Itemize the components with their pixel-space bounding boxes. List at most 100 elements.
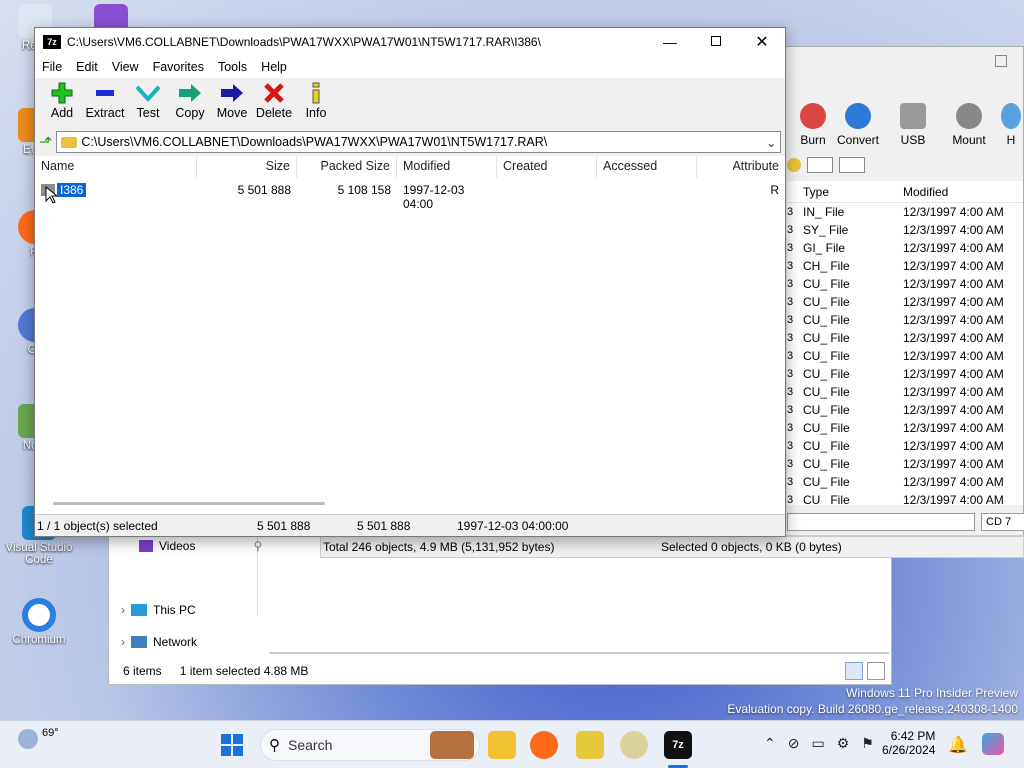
delete-icon xyxy=(264,83,284,103)
list-item[interactable]: 3 CU_ File 12/3/1997 4:00 AM xyxy=(787,473,1023,491)
nav-item-this-pc[interactable]: › This PC xyxy=(121,600,196,620)
info-button[interactable]: Info xyxy=(295,78,337,120)
tiles-view-button[interactable] xyxy=(867,662,885,680)
list-item[interactable]: 3 GI_ File 12/3/1997 4:00 AM xyxy=(787,239,1023,257)
list-item[interactable]: 3 CU_ File 12/3/1997 4:00 AM xyxy=(787,455,1023,473)
drive-label: CD 7 xyxy=(981,513,1024,531)
mount-icon xyxy=(956,103,982,129)
menu-bar: File Edit View Favorites Tools Help xyxy=(35,56,785,78)
usb-button[interactable]: USB xyxy=(885,103,941,147)
menu-tools[interactable]: Tools xyxy=(211,60,254,74)
7zip-window[interactable]: 7z C:\Users\VM6.COLLABNET\Downloads\PWA1… xyxy=(34,27,786,537)
list-item[interactable]: 3 CU_ File 12/3/1997 4:00 AM xyxy=(787,401,1023,419)
list-item[interactable]: 3 CU_ File 12/3/1997 4:00 AM xyxy=(787,491,1023,505)
list-item[interactable]: 3 CU_ File 12/3/1997 4:00 AM xyxy=(787,419,1023,437)
extract-button[interactable]: Extract xyxy=(83,78,127,120)
list-item[interactable]: 3 CU_ File 12/3/1997 4:00 AM xyxy=(787,347,1023,365)
language-icon[interactable]: ⚑ xyxy=(861,735,874,752)
maximize-button[interactable] xyxy=(693,35,739,49)
7zip-taskbar-icon[interactable]: 7z xyxy=(664,731,692,759)
7zip-status-bar: 1 / 1 object(s) selected 5 501 888 5 501… xyxy=(35,514,785,536)
move-button[interactable]: Move xyxy=(211,78,253,120)
desktop-icon-chromium[interactable]: Chromium xyxy=(4,598,74,646)
row-modified: 1997-12-03 04:00 xyxy=(403,183,465,211)
burn-file-list[interactable]: Type Modified 3 IN_ File 12/3/1997 4:00 AM… xyxy=(787,181,1023,505)
system-tray: ⌃ ⊘ ▭ ⚙ ⚑ xyxy=(764,735,874,752)
list-item[interactable]: 3 CU_ File 12/3/1997 4:00 AM xyxy=(787,437,1023,455)
address-field[interactable]: C:\Users\VM6.COLLABNET\Downloads\PWA17WX… xyxy=(56,131,781,153)
list-item[interactable]: 3 CU_ File 12/3/1997 4:00 AM xyxy=(787,275,1023,293)
chevron-up-icon[interactable]: ⌃ xyxy=(764,735,776,752)
network-off-icon[interactable]: ⊘ xyxy=(788,735,800,752)
folder-icon xyxy=(61,136,78,148)
chevron-right-icon[interactable]: › xyxy=(121,635,125,649)
clock[interactable]: 6:42 PM 6/26/2024 xyxy=(882,729,935,757)
list-item[interactable]: 3 IN_ File 12/3/1997 4:00 AM xyxy=(787,203,1023,221)
minimize-button[interactable]: — xyxy=(647,34,693,50)
table-row[interactable]: I386 5 501 888 5 108 158 1997-12-03 04:0… xyxy=(35,180,785,211)
help-button[interactable]: H xyxy=(1001,103,1021,147)
pin-icon[interactable]: ⚲ xyxy=(253,539,262,553)
list-item[interactable]: 3 CU_ File 12/3/1997 4:00 AM xyxy=(787,311,1023,329)
weather-widget[interactable]: 69° xyxy=(18,727,59,749)
help-icon xyxy=(1001,103,1021,129)
info-icon xyxy=(312,82,320,104)
add-button[interactable]: Add xyxy=(41,78,83,120)
menu-help[interactable]: Help xyxy=(254,60,294,74)
nav-item-network[interactable]: › Network xyxy=(121,632,197,652)
menu-edit[interactable]: Edit xyxy=(69,60,105,74)
list-item[interactable]: 3 CU_ File 12/3/1997 4:00 AM xyxy=(787,293,1023,311)
copy-button[interactable]: Copy xyxy=(169,78,211,120)
layout-button[interactable] xyxy=(839,157,865,173)
chevron-down-icon[interactable]: ⌄ xyxy=(766,135,780,150)
network-icon xyxy=(131,636,147,648)
col-attribute[interactable]: Attribute xyxy=(697,156,785,178)
mouse-cursor xyxy=(45,185,59,209)
maximize-icon[interactable] xyxy=(995,55,1007,67)
folder-icon[interactable] xyxy=(787,158,801,172)
test-button[interactable]: Test xyxy=(127,78,169,120)
col-packed-size[interactable]: Packed Size xyxy=(297,156,397,178)
close-button[interactable]: ✕ xyxy=(739,32,785,52)
details-view-button[interactable] xyxy=(845,662,863,680)
notification-bell-icon[interactable]: 🔔 xyxy=(948,735,968,755)
move-icon xyxy=(221,84,243,102)
disc-burner-icon[interactable] xyxy=(620,731,648,759)
horizontal-scrollbar[interactable] xyxy=(53,502,325,505)
col-created[interactable]: Created xyxy=(497,156,597,178)
taskbar: 69° ⚲ Search 7z ⌃ ⊘ ▭ ⚙ ⚑ 6:42 PM 6/26/2… xyxy=(0,720,1024,768)
device-icon[interactable]: ▭ xyxy=(811,735,824,752)
menu-favorites[interactable]: Favorites xyxy=(146,60,211,74)
7zip-titlebar[interactable]: 7z C:\Users\VM6.COLLABNET\Downloads\PWA1… xyxy=(35,28,785,56)
up-folder-icon[interactable]: ⬏ xyxy=(39,132,52,152)
nav-item-videos[interactable]: Videos ⚲ xyxy=(139,536,262,556)
delete-button[interactable]: Delete xyxy=(253,78,295,120)
firefox-icon[interactable] xyxy=(530,731,558,759)
file-explorer-icon[interactable] xyxy=(488,731,516,759)
burn-progress xyxy=(787,513,975,531)
horizontal-scrollbar[interactable] xyxy=(269,652,889,654)
col-accessed[interactable]: Accessed xyxy=(597,156,697,178)
view-mode-button[interactable] xyxy=(807,157,833,173)
list-item[interactable]: 3 CU_ File 12/3/1997 4:00 AM xyxy=(787,365,1023,383)
row-size: 5 501 888 xyxy=(237,183,291,197)
col-name[interactable]: Name xyxy=(35,156,197,178)
start-button[interactable] xyxy=(220,733,244,760)
menu-view[interactable]: View xyxy=(105,60,146,74)
mount-button[interactable]: Mount xyxy=(941,103,997,147)
copy-icon xyxy=(179,84,201,102)
list-item[interactable]: 3 SY_ File 12/3/1997 4:00 AM xyxy=(787,221,1023,239)
chevron-right-icon[interactable]: › xyxy=(121,603,125,617)
copilot-icon[interactable] xyxy=(982,733,1004,755)
col-modified[interactable]: Modified xyxy=(397,156,497,178)
list-item[interactable]: 3 CU_ File 12/3/1997 4:00 AM xyxy=(787,329,1023,347)
archive-app-icon[interactable] xyxy=(576,731,604,759)
convert-button[interactable]: Convert xyxy=(829,103,887,147)
menu-file[interactable]: File xyxy=(35,60,69,74)
row-packed-size: 5 108 158 xyxy=(337,183,391,197)
settings-icon[interactable]: ⚙ xyxy=(837,735,850,752)
col-size[interactable]: Size xyxy=(197,156,297,178)
list-item[interactable]: 3 CU_ File 12/3/1997 4:00 AM xyxy=(787,383,1023,401)
list-item[interactable]: 3 CH_ File 12/3/1997 4:00 AM xyxy=(787,257,1023,275)
search-highlight-icon[interactable] xyxy=(430,731,474,759)
